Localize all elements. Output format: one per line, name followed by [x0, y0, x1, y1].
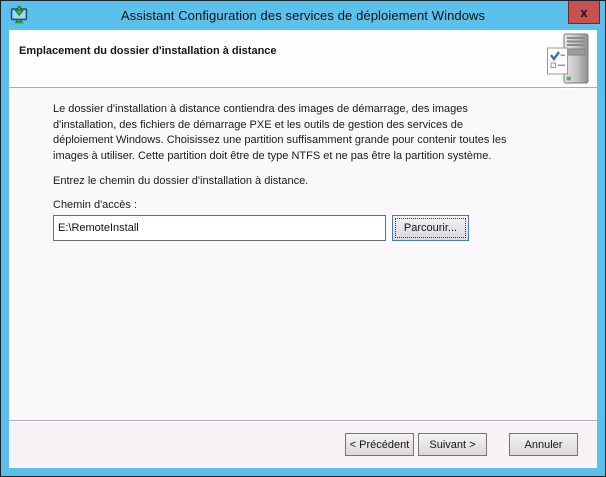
- path-label: Chemin d'accès :: [53, 199, 597, 211]
- page-title: Emplacement du dossier d'installation à …: [9, 30, 597, 57]
- wizard-content: Emplacement du dossier d'installation à …: [9, 30, 597, 468]
- close-button[interactable]: x: [568, 1, 600, 24]
- titlebar: Assistant Configuration des services de …: [1, 1, 605, 30]
- wizard-dialog: Assistant Configuration des services de …: [0, 0, 606, 477]
- close-icon: x: [580, 6, 587, 19]
- wizard-header: Emplacement du dossier d'installation à …: [9, 30, 597, 87]
- wds-deployment-monitor-icon: [10, 6, 28, 24]
- wizard-footer: < Précédent Suivant > Annuler: [9, 420, 597, 468]
- cancel-button[interactable]: Annuler: [509, 433, 578, 456]
- path-field-row: Parcourir...: [53, 215, 597, 241]
- next-button[interactable]: Suivant >: [418, 433, 487, 456]
- browse-button[interactable]: Parcourir...: [392, 215, 469, 241]
- description-text: Le dossier d'installation à distance con…: [53, 102, 513, 164]
- window-title: Assistant Configuration des services de …: [121, 8, 485, 23]
- instruction-text: Entrez le chemin du dossier d'installati…: [53, 175, 597, 187]
- server-checklist-icon: [541, 32, 593, 86]
- back-button[interactable]: < Précédent: [345, 433, 414, 456]
- path-input[interactable]: [53, 215, 386, 241]
- page-body: Le dossier d'installation à distance con…: [9, 89, 597, 420]
